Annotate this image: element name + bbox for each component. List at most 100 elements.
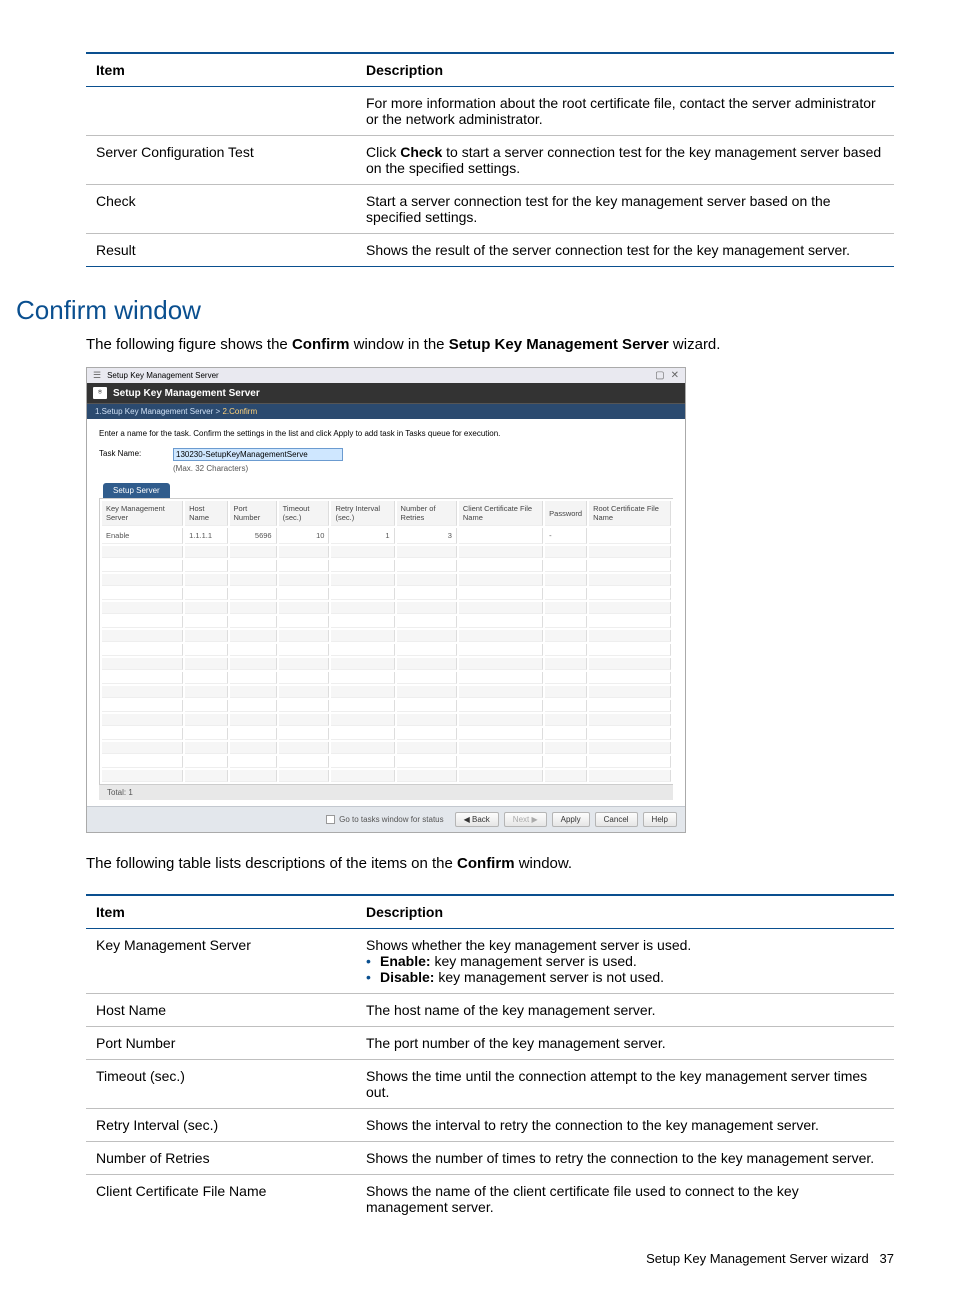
breadcrumb-step-1[interactable]: 1.Setup Key Management Server (95, 407, 213, 416)
cell-item (86, 87, 356, 136)
cell: 3 (397, 528, 457, 544)
grid-row-empty (102, 756, 671, 768)
cell: 1 (331, 528, 394, 544)
cell-desc: Shows the name of the client certificate… (356, 1175, 894, 1224)
footer-page-number: 37 (880, 1251, 894, 1266)
table-row: Key Management Server Shows whether the … (86, 929, 894, 994)
cell-desc: The host name of the key management serv… (356, 994, 894, 1027)
col-port: Port Number (230, 501, 277, 526)
hp-logo-icon: ⍟ (93, 387, 107, 399)
cell-desc: Shows the interval to retry the connecti… (356, 1109, 894, 1142)
cell-desc: Start a server connection test for the k… (356, 185, 894, 234)
cell-item: Result (86, 234, 356, 267)
text-bold: Check (400, 144, 442, 160)
grid-row-empty (102, 574, 671, 586)
text: window in the (349, 336, 448, 353)
text: key management server is not used. (434, 969, 664, 985)
table-row: Client Certificate File Name Shows the n… (86, 1175, 894, 1224)
cell: 5696 (230, 528, 277, 544)
cell-item: Check (86, 185, 356, 234)
grid-row-empty (102, 630, 671, 642)
text-bold: Setup Key Management Server (449, 336, 669, 353)
text: Click (366, 144, 400, 160)
text: Shows whether the key management server … (366, 937, 884, 953)
cell-desc: Click Check to start a server connection… (356, 136, 894, 185)
intro-text: The following figure shows the Confirm w… (86, 336, 894, 353)
cell-desc: Shows the result of the server connectio… (356, 234, 894, 267)
grid-row-empty (102, 588, 671, 600)
next-button: Next ▶ (504, 812, 547, 827)
section-heading: Confirm window (16, 295, 894, 326)
cell (589, 528, 671, 544)
table-row: For more information about the root cert… (86, 87, 894, 136)
task-name-label: Task Name: (99, 448, 155, 458)
col-numret: Number of Retries (397, 501, 457, 526)
th-item: Item (86, 53, 356, 87)
help-button[interactable]: Help (643, 812, 677, 827)
grid-row-empty (102, 546, 671, 558)
task-name-hint: (Max. 32 Characters) (173, 464, 343, 473)
footer-text: Setup Key Management Server wizard (646, 1251, 869, 1266)
breadcrumb-step-2: 2.Confirm (222, 407, 257, 416)
close-icon[interactable]: ✕ (671, 370, 679, 381)
wizard-outer-title: Setup Key Management Server (107, 371, 219, 380)
collapse-icon[interactable]: ☰ (93, 370, 101, 381)
col-rcert: Root Certificate File Name (589, 501, 671, 526)
cell-desc: Shows the number of times to retry the c… (356, 1142, 894, 1175)
wizard-banner: ⍟ Setup Key Management Server (87, 383, 685, 404)
cell-item: Timeout (sec.) (86, 1060, 356, 1109)
text: to start a server connection test for th… (366, 144, 881, 176)
grid-total: Total: 1 (99, 784, 673, 800)
cell-item: Key Management Server (86, 929, 356, 994)
cell-item: Server Configuration Test (86, 136, 356, 185)
wizard-instruction: Enter a name for the task. Confirm the s… (99, 429, 673, 438)
table-row: Timeout (sec.) Shows the time until the … (86, 1060, 894, 1109)
list-item: Enable: key management server is used. (366, 953, 884, 969)
between-text: The following table lists descriptions o… (86, 855, 894, 872)
grid-row-empty (102, 672, 671, 684)
goto-tasks-label: Go to tasks window for status (339, 815, 444, 824)
col-host: Host Name (185, 501, 227, 526)
cell-desc: For more information about the root cert… (356, 87, 894, 136)
wizard-titlebar: ☰ Setup Key Management Server ▢ ✕ (87, 368, 685, 383)
cell-item: Port Number (86, 1027, 356, 1060)
goto-tasks-checkbox[interactable] (326, 815, 335, 824)
cancel-button[interactable]: Cancel (595, 812, 638, 827)
table-row: Number of Retries Shows the number of ti… (86, 1142, 894, 1175)
text: The following table lists descriptions o… (86, 855, 457, 872)
cell: 1.1.1.1 (185, 528, 227, 544)
table-row: Check Start a server connection test for… (86, 185, 894, 234)
maximize-icon[interactable]: ▢ (655, 370, 664, 381)
page-footer: Setup Key Management Server wizard 37 (86, 1251, 894, 1266)
cell (459, 528, 543, 544)
text: key management server is used. (431, 953, 637, 969)
table-row: Host Name The host name of the key manag… (86, 994, 894, 1027)
col-kms: Key Management Server (102, 501, 183, 526)
grid-row[interactable]: Enable 1.1.1.1 5696 10 1 3 - (102, 528, 671, 544)
cell-desc: Shows whether the key management server … (356, 929, 894, 994)
grid-row-empty (102, 602, 671, 614)
text-bold: Confirm (292, 336, 350, 353)
grid-row-empty (102, 742, 671, 754)
back-button[interactable]: ◀ Back (455, 812, 499, 827)
grid-row-empty (102, 728, 671, 740)
grid-row-empty (102, 770, 671, 782)
table-top: Item Description For more information ab… (86, 52, 894, 267)
apply-button[interactable]: Apply (552, 812, 590, 827)
grid-row-empty (102, 560, 671, 572)
th-item: Item (86, 895, 356, 929)
th-desc: Description (356, 895, 894, 929)
grid-row-empty (102, 658, 671, 670)
tab-setup-server[interactable]: Setup Server (103, 483, 170, 498)
text-bold: Enable: (380, 953, 431, 969)
col-retry: Retry Interval (sec.) (331, 501, 394, 526)
cell-desc: The port number of the key management se… (356, 1027, 894, 1060)
table-row: Retry Interval (sec.) Shows the interval… (86, 1109, 894, 1142)
cell-item: Host Name (86, 994, 356, 1027)
col-pwd: Password (545, 501, 587, 526)
cell: Enable (102, 528, 183, 544)
task-name-input[interactable] (173, 448, 343, 461)
cell-item: Number of Retries (86, 1142, 356, 1175)
grid-row-empty (102, 644, 671, 656)
table-row: Result Shows the result of the server co… (86, 234, 894, 267)
